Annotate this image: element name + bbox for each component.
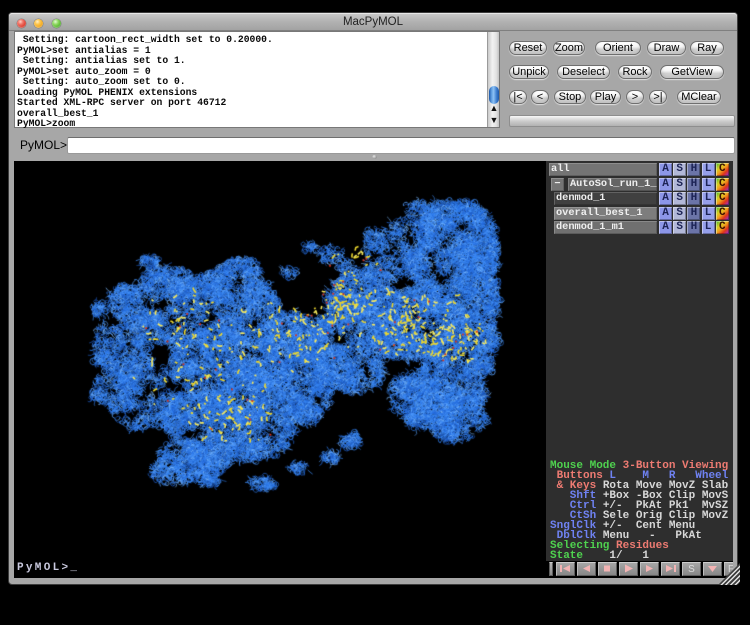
svg-text:S: S	[688, 564, 695, 574]
